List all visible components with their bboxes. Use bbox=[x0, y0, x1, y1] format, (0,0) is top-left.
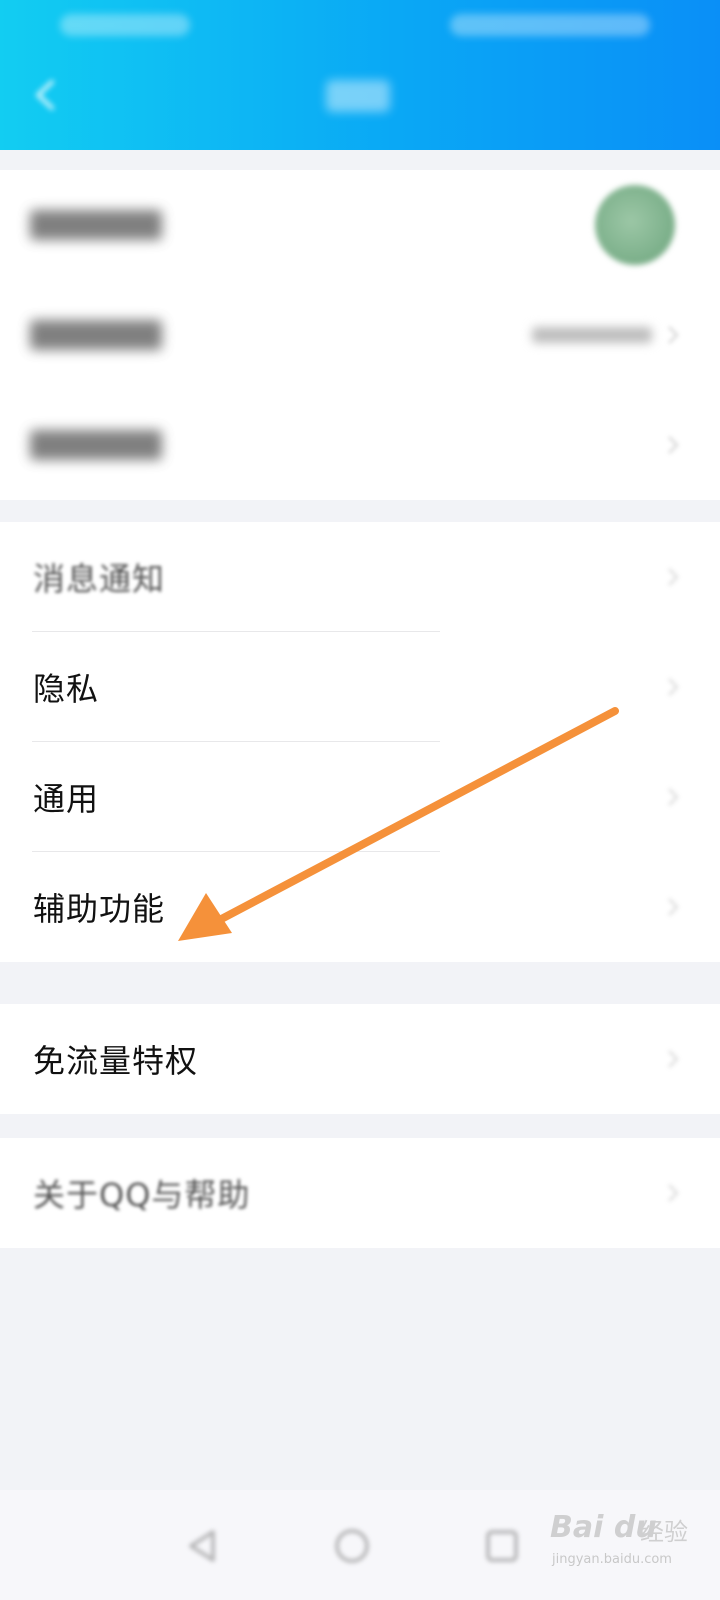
chevron-right-icon bbox=[668, 1050, 679, 1068]
account-row-label bbox=[30, 210, 162, 240]
status-bar-left bbox=[60, 14, 190, 36]
status-bar-right bbox=[450, 14, 650, 36]
top-bar bbox=[0, 0, 720, 150]
settings-item-about[interactable]: 关于QQ与帮助 bbox=[0, 1138, 720, 1248]
chevron-right-icon bbox=[668, 788, 679, 806]
chevron-right-icon bbox=[668, 568, 679, 586]
annotation-arrow-icon bbox=[178, 707, 619, 941]
settings-item-label: 关于QQ与帮助 bbox=[33, 1176, 251, 1214]
settings-item-label: 隐私 bbox=[33, 670, 100, 708]
settings-item-label: 通用 bbox=[33, 780, 100, 818]
recents-square-icon[interactable] bbox=[482, 1526, 522, 1566]
chevron-right-icon bbox=[668, 678, 679, 696]
watermark-url: jingyan.baidu.com bbox=[552, 1552, 672, 1567]
about-group: 关于QQ与帮助 bbox=[0, 1138, 720, 1248]
account-row-security[interactable] bbox=[0, 390, 720, 500]
account-row-label bbox=[30, 430, 162, 460]
chevron-right-icon bbox=[668, 436, 679, 454]
data-free-group: 免流量特权 bbox=[0, 1004, 720, 1114]
chevron-right-icon bbox=[668, 1184, 679, 1202]
avatar bbox=[595, 185, 675, 265]
settings-item-label: 免流量特权 bbox=[33, 1042, 199, 1080]
account-row-value[interactable] bbox=[0, 280, 720, 390]
settings-item-label: 辅助功能 bbox=[33, 890, 166, 928]
back-triangle-icon[interactable] bbox=[183, 1526, 223, 1566]
watermark-cn: 经验 bbox=[640, 1518, 688, 1546]
account-row-avatar[interactable] bbox=[0, 170, 720, 280]
account-group bbox=[0, 170, 720, 500]
account-row-label bbox=[30, 320, 162, 350]
chevron-right-icon bbox=[668, 898, 679, 916]
settings-item-label: 消息通知 bbox=[33, 560, 166, 598]
settings-item-notifications[interactable]: 消息通知 bbox=[0, 522, 720, 632]
page-title bbox=[326, 80, 390, 112]
chevron-right-icon bbox=[668, 326, 679, 344]
account-row-value-text bbox=[532, 327, 652, 343]
chevron-left-icon[interactable] bbox=[30, 78, 60, 112]
settings-item-data-free[interactable]: 免流量特权 bbox=[0, 1004, 720, 1114]
watermark: Bai du 经验 jingyan.baidu.com bbox=[550, 1510, 700, 1574]
home-circle-icon[interactable] bbox=[332, 1526, 372, 1566]
